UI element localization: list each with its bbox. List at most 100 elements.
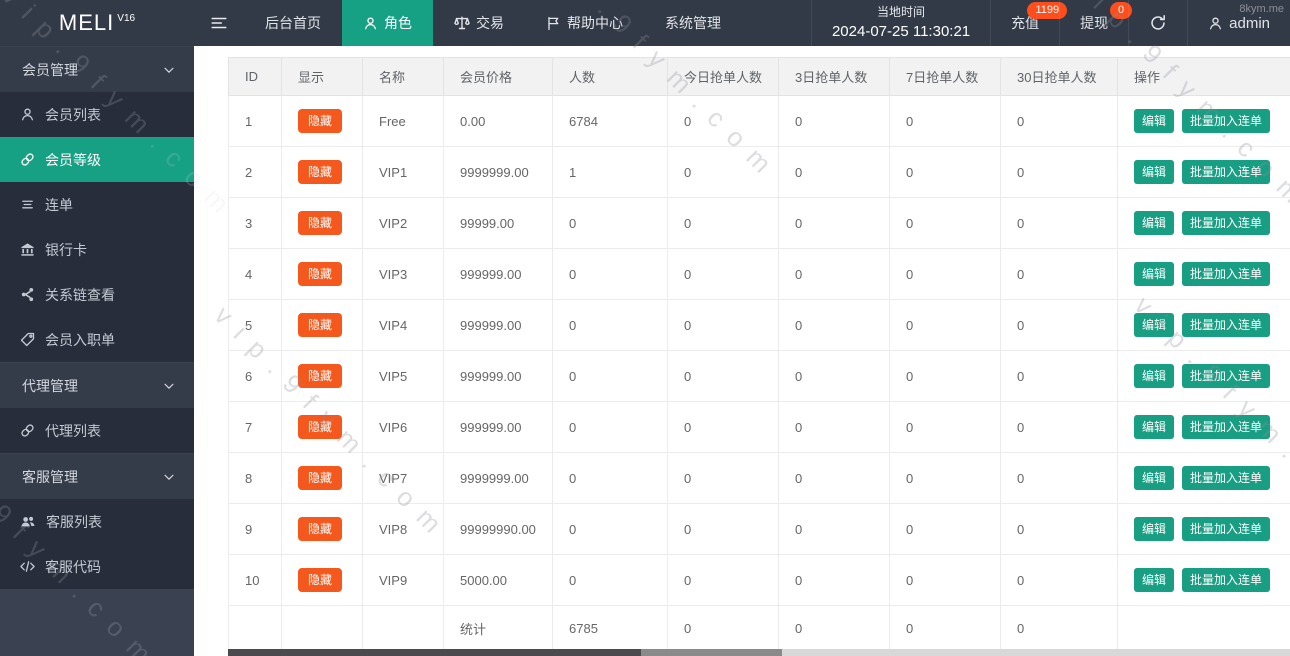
table-row: 9 隐藏 VIP8 99999990.00 0 0 0 0 0 编辑 批量加入连单 [228, 503, 1290, 555]
batch-add-button[interactable]: 批量加入连单 [1182, 109, 1271, 133]
batch-add-button[interactable]: 批量加入连单 [1182, 568, 1271, 592]
nav-item-roles[interactable]: 角色 [342, 0, 433, 46]
hidden-badge[interactable]: 隐藏 [298, 415, 343, 439]
refresh-button[interactable] [1128, 0, 1187, 46]
edit-button[interactable]: 编辑 [1134, 262, 1175, 286]
cell-count: 1 [552, 146, 668, 198]
item-label: 会员等级 [45, 151, 101, 168]
horizontal-scrollbar[interactable] [228, 649, 1290, 656]
edit-button[interactable]: 编辑 [1134, 568, 1175, 592]
cell-today: 0 [667, 452, 779, 504]
batch-add-button[interactable]: 批量加入连单 [1182, 517, 1271, 541]
sidebar-toggle-button[interactable] [194, 0, 244, 46]
item-label: 客服代码 [45, 558, 101, 575]
stats-empty [362, 605, 444, 652]
sidebar-group-member-management[interactable]: 会员管理 [0, 46, 194, 92]
batch-add-button[interactable]: 批量加入连单 [1182, 466, 1271, 490]
batch-add-button[interactable]: 批量加入连单 [1182, 211, 1271, 235]
cell-count: 0 [552, 248, 668, 300]
cell-id: 9 [228, 503, 282, 555]
sidebar-item-member-entry-form[interactable]: 会员入职单 [0, 317, 194, 362]
nav-label: 角色 [384, 15, 412, 31]
edit-button[interactable]: 编辑 [1134, 364, 1175, 388]
sidebar-item-member-level[interactable]: 会员等级 [0, 137, 194, 182]
sidebar-item-agent-list[interactable]: 代理列表 [0, 408, 194, 453]
hidden-badge[interactable]: 隐藏 [298, 313, 343, 337]
user-icon [21, 108, 34, 121]
sidebar-item-relation-chain[interactable]: 关系链查看 [0, 272, 194, 317]
nav-item-help-center[interactable]: 帮助中心 [525, 0, 644, 46]
cell-7day: 0 [889, 503, 1001, 555]
recharge-button[interactable]: 充值 1199 [990, 0, 1068, 46]
edit-button[interactable]: 编辑 [1134, 160, 1175, 184]
item-label: 客服列表 [46, 513, 102, 530]
cell-30day: 0 [1000, 197, 1118, 249]
cell-name: VIP1 [362, 146, 444, 198]
sidebar-item-service-list[interactable]: 客服列表 [0, 499, 194, 544]
cell-actions: 编辑 批量加入连单 [1117, 248, 1290, 300]
stats-row: 统计 6785 0 0 0 0 [228, 605, 1290, 652]
hidden-badge[interactable]: 隐藏 [298, 568, 343, 592]
scrollbar-thumb[interactable] [228, 649, 641, 656]
item-label: 会员列表 [45, 106, 101, 123]
cell-3day: 0 [778, 554, 890, 606]
chevron-down-icon [164, 67, 174, 73]
cell-7day: 0 [889, 95, 1001, 147]
nav-item-dashboard[interactable]: 后台首页 [244, 0, 342, 46]
cell-display: 隐藏 [281, 503, 363, 555]
hidden-badge[interactable]: 隐藏 [298, 160, 343, 184]
hidden-badge[interactable]: 隐藏 [298, 466, 343, 490]
table-row: 2 隐藏 VIP1 9999999.00 1 0 0 0 0 编辑 批量加入连单 [228, 146, 1290, 198]
hidden-badge[interactable]: 隐藏 [298, 109, 343, 133]
cell-price: 5000.00 [443, 554, 553, 606]
local-time-value: 2024-07-25 11:30:21 [831, 22, 971, 40]
sidebar-item-service-code[interactable]: 客服代码 [0, 544, 194, 589]
edit-button[interactable]: 编辑 [1134, 313, 1175, 337]
cell-count: 0 [552, 452, 668, 504]
refresh-icon [1151, 15, 1166, 30]
nav-label: 系统管理 [665, 15, 721, 31]
batch-add-button[interactable]: 批量加入连单 [1182, 160, 1271, 184]
batch-add-button[interactable]: 批量加入连单 [1182, 313, 1271, 337]
sidebar-item-bank-card[interactable]: 银行卡 [0, 227, 194, 272]
batch-add-button[interactable]: 批量加入连单 [1182, 415, 1271, 439]
nav-item-trade[interactable]: 交易 [433, 0, 525, 46]
sidebar-item-chain-order[interactable]: 连单 [0, 182, 194, 227]
cell-today: 0 [667, 503, 779, 555]
batch-add-button[interactable]: 批量加入连单 [1182, 262, 1271, 286]
cell-price: 999999.00 [443, 401, 553, 453]
edit-button[interactable]: 编辑 [1134, 211, 1175, 235]
cell-today: 0 [667, 95, 779, 147]
group-label: 代理管理 [22, 377, 78, 394]
admin-menu[interactable]: admin [1187, 0, 1290, 46]
col-header-id: ID [228, 57, 282, 96]
sidebar-group-service-management[interactable]: 客服管理 [0, 453, 194, 499]
hidden-badge[interactable]: 隐藏 [298, 262, 343, 286]
list-icon [22, 200, 33, 209]
edit-button[interactable]: 编辑 [1134, 415, 1175, 439]
cell-count: 0 [552, 299, 668, 351]
nav-item-system[interactable]: 系统管理 [644, 0, 742, 46]
logo-version: V16 [117, 12, 136, 24]
edit-button[interactable]: 编辑 [1134, 517, 1175, 541]
cell-display: 隐藏 [281, 350, 363, 402]
cell-count: 0 [552, 401, 668, 453]
cell-actions: 编辑 批量加入连单 [1117, 350, 1290, 402]
cell-name: Free [362, 95, 444, 147]
edit-button[interactable]: 编辑 [1134, 109, 1175, 133]
withdraw-button[interactable]: 提现 0 [1059, 0, 1133, 46]
sidebar-group-agent-management[interactable]: 代理管理 [0, 362, 194, 408]
edit-button[interactable]: 编辑 [1134, 466, 1175, 490]
cell-name: VIP9 [362, 554, 444, 606]
tag-icon [20, 332, 35, 347]
cell-id: 7 [228, 401, 282, 453]
chevron-down-icon [164, 474, 174, 480]
hidden-badge[interactable]: 隐藏 [298, 211, 343, 235]
hidden-badge[interactable]: 隐藏 [298, 364, 343, 388]
cell-price: 99999990.00 [443, 503, 553, 555]
cell-30day: 0 [1000, 95, 1118, 147]
batch-add-button[interactable]: 批量加入连单 [1182, 364, 1271, 388]
hidden-badge[interactable]: 隐藏 [298, 517, 343, 541]
sidebar-item-member-list[interactable]: 会员列表 [0, 92, 194, 137]
